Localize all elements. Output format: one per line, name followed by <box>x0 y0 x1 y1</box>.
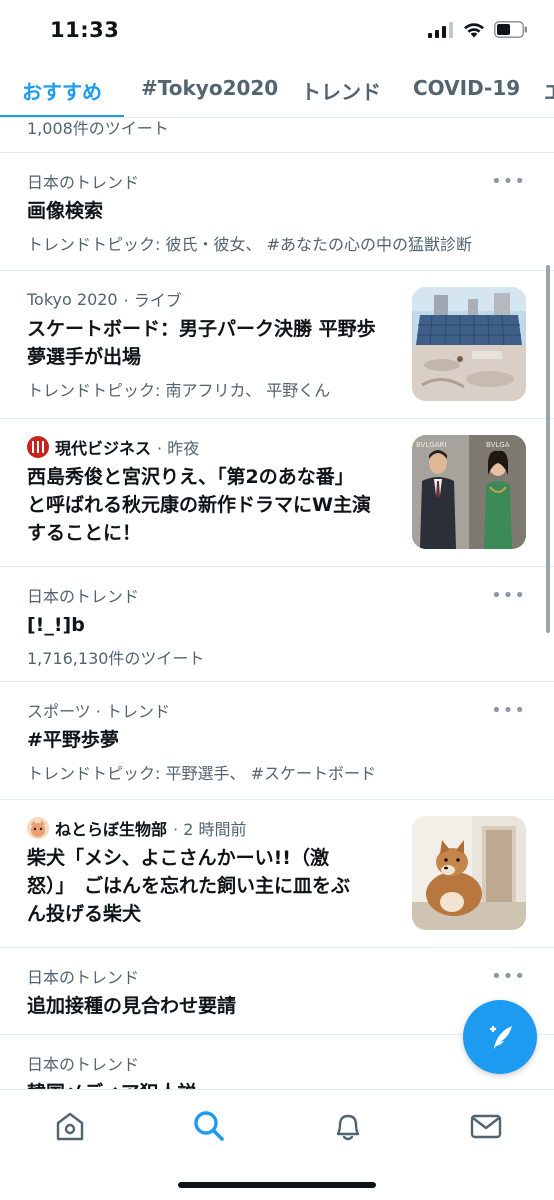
source-name: Tokyo 2020 <box>27 289 118 309</box>
actors-thumbnail[interactable]: BVLGARI BVLGA <box>412 435 526 549</box>
news-title-line-2: 夢選手が出場 <box>27 346 142 368</box>
news-title-line-1: 柴犬「メシ、よこさんかーい!!（激 <box>27 847 329 869</box>
trend-subtitle: トレンドトピック: 平野選手、 #スケートボード <box>27 764 376 783</box>
trend-category: スポーツ · トレンド <box>27 702 170 721</box>
news-title-line-1: スケートボード：男子パーク決勝 平野歩 <box>27 318 376 340</box>
nav-notifications-button[interactable] <box>330 1108 366 1144</box>
messages-icon <box>470 1114 502 1139</box>
tweet-count: 1,008件のツイート <box>27 119 169 138</box>
trend-category: 日本のトレンド <box>27 173 140 192</box>
source-time: · 昨夜 <box>157 439 200 458</box>
tab-entertainment[interactable]: エ <box>544 76 554 105</box>
news-title-line-1: 西島秀俊と宮沢りえ、「第2のあな番」 <box>27 466 354 488</box>
status-bar: 11:33 <box>0 0 554 62</box>
nav-messages-button[interactable] <box>468 1108 504 1144</box>
trend-category: 日本のトレンド <box>27 1055 140 1074</box>
source-name: ねとらぼ生物部 <box>55 820 168 839</box>
source-time: · 2 時間前 <box>173 820 247 839</box>
trend-item[interactable]: 日本のトレンド ••• [!_!]b 1,716,130件のツイート <box>0 567 554 682</box>
publisher-avatar-icon <box>27 817 49 839</box>
tweet-count: 1,716,130件のツイート <box>27 649 205 668</box>
tab-recommended[interactable]: おすすめ <box>22 76 102 105</box>
nav-search-button[interactable] <box>191 1108 227 1144</box>
more-icon[interactable]: ••• <box>491 173 526 191</box>
news-source: Tokyo 2020 · ライブ <box>27 287 182 311</box>
more-icon[interactable]: ••• <box>491 968 526 986</box>
trend-title: 画像検索 <box>27 200 104 222</box>
battery-icon <box>494 21 527 38</box>
nav-home-button[interactable] <box>52 1108 88 1144</box>
news-subtitle: トレンドトピック: 南アフリカ、 平野くん <box>27 381 331 400</box>
tab-trends[interactable]: トレンド <box>301 76 381 105</box>
news-title-line-3: ん投げる柴犬 <box>27 903 142 925</box>
news-item[interactable]: Tokyo 2020 · ライブ スケートボード：男子パーク決勝 平野歩 夢選手… <box>0 271 554 419</box>
trend-title: #平野歩夢 <box>27 729 119 751</box>
news-item[interactable]: 現代ビジネス · 昨夜 西島秀俊と宮沢りえ、「第2のあな番」 と呼ばれる秋元康の… <box>0 419 554 567</box>
thumb-sponsor-left: BVLGARI <box>416 441 446 449</box>
trends-feed: 1,008件のツイート 日本のトレンド ••• 画像検索 トレンドトピック: 彼… <box>0 118 554 1089</box>
status-time: 11:33 <box>50 18 120 42</box>
notifications-icon <box>336 1114 360 1141</box>
news-item[interactable]: ねとらぼ生物部 · 2 時間前 柴犬「メシ、よこさんかーい!!（激 怒）」 ごは… <box>0 800 554 948</box>
explore-tabs: おすすめ #Tokyo2020 トレンド COVID-19 エ <box>0 62 554 118</box>
more-icon[interactable]: ••• <box>491 702 526 720</box>
trend-title: 韓国メディア犯人説 <box>27 1079 197 1089</box>
trend-item[interactable]: スポーツ · トレンド ••• #平野歩夢 トレンドトピック: 平野選手、 #ス… <box>0 682 554 800</box>
news-source: ねとらぼ生物部 · 2 時間前 <box>27 816 246 840</box>
trend-title: [!_!]b <box>27 614 85 636</box>
thumb-sponsor-right: BVLGA <box>486 441 510 449</box>
wifi-icon <box>464 23 484 38</box>
signal-icon <box>428 21 453 38</box>
home-indicator[interactable] <box>178 1182 376 1188</box>
list-item[interactable]: 1,008件のツイート <box>0 118 554 153</box>
status-icons <box>428 21 528 38</box>
search-icon <box>194 1111 224 1141</box>
compose-tweet-button[interactable] <box>463 1000 537 1074</box>
publisher-logo-icon <box>27 436 49 458</box>
source-time: · ライブ <box>123 291 182 310</box>
scrollbar[interactable] <box>546 265 550 633</box>
tab-tokyo2020[interactable]: #Tokyo2020 <box>141 76 278 100</box>
trend-title: 追加接種の見合わせ要請 <box>27 995 237 1017</box>
tab-covid19[interactable]: COVID-19 <box>413 76 520 100</box>
source-name: 現代ビジネス <box>55 439 152 458</box>
compose-tweet-icon <box>489 1025 512 1049</box>
trend-category: 日本のトレンド <box>27 587 140 606</box>
home-icon <box>56 1112 84 1141</box>
trend-subtitle: トレンドトピック: 彼氏・彼女、 #あなたの心の中の猛獣診断 <box>27 235 472 254</box>
news-title-line-3: することに！ <box>27 522 142 544</box>
trend-category: 日本のトレンド <box>27 968 140 987</box>
shiba-dog-thumbnail[interactable] <box>412 816 526 930</box>
news-title-line-2: 怒）」 ごはんを忘れた飼い主に皿をぶ <box>27 875 351 897</box>
more-icon[interactable]: ••• <box>491 587 526 605</box>
news-source: 現代ビジネス · 昨夜 <box>27 435 199 459</box>
news-title-line-2: と呼ばれる秋元康の新作ドラマにW主演 <box>27 494 371 516</box>
trend-item[interactable]: 日本のトレンド ••• 画像検索 トレンドトピック: 彼氏・彼女、 #あなたの心… <box>0 153 554 271</box>
skatepark-thumbnail[interactable] <box>412 287 526 401</box>
